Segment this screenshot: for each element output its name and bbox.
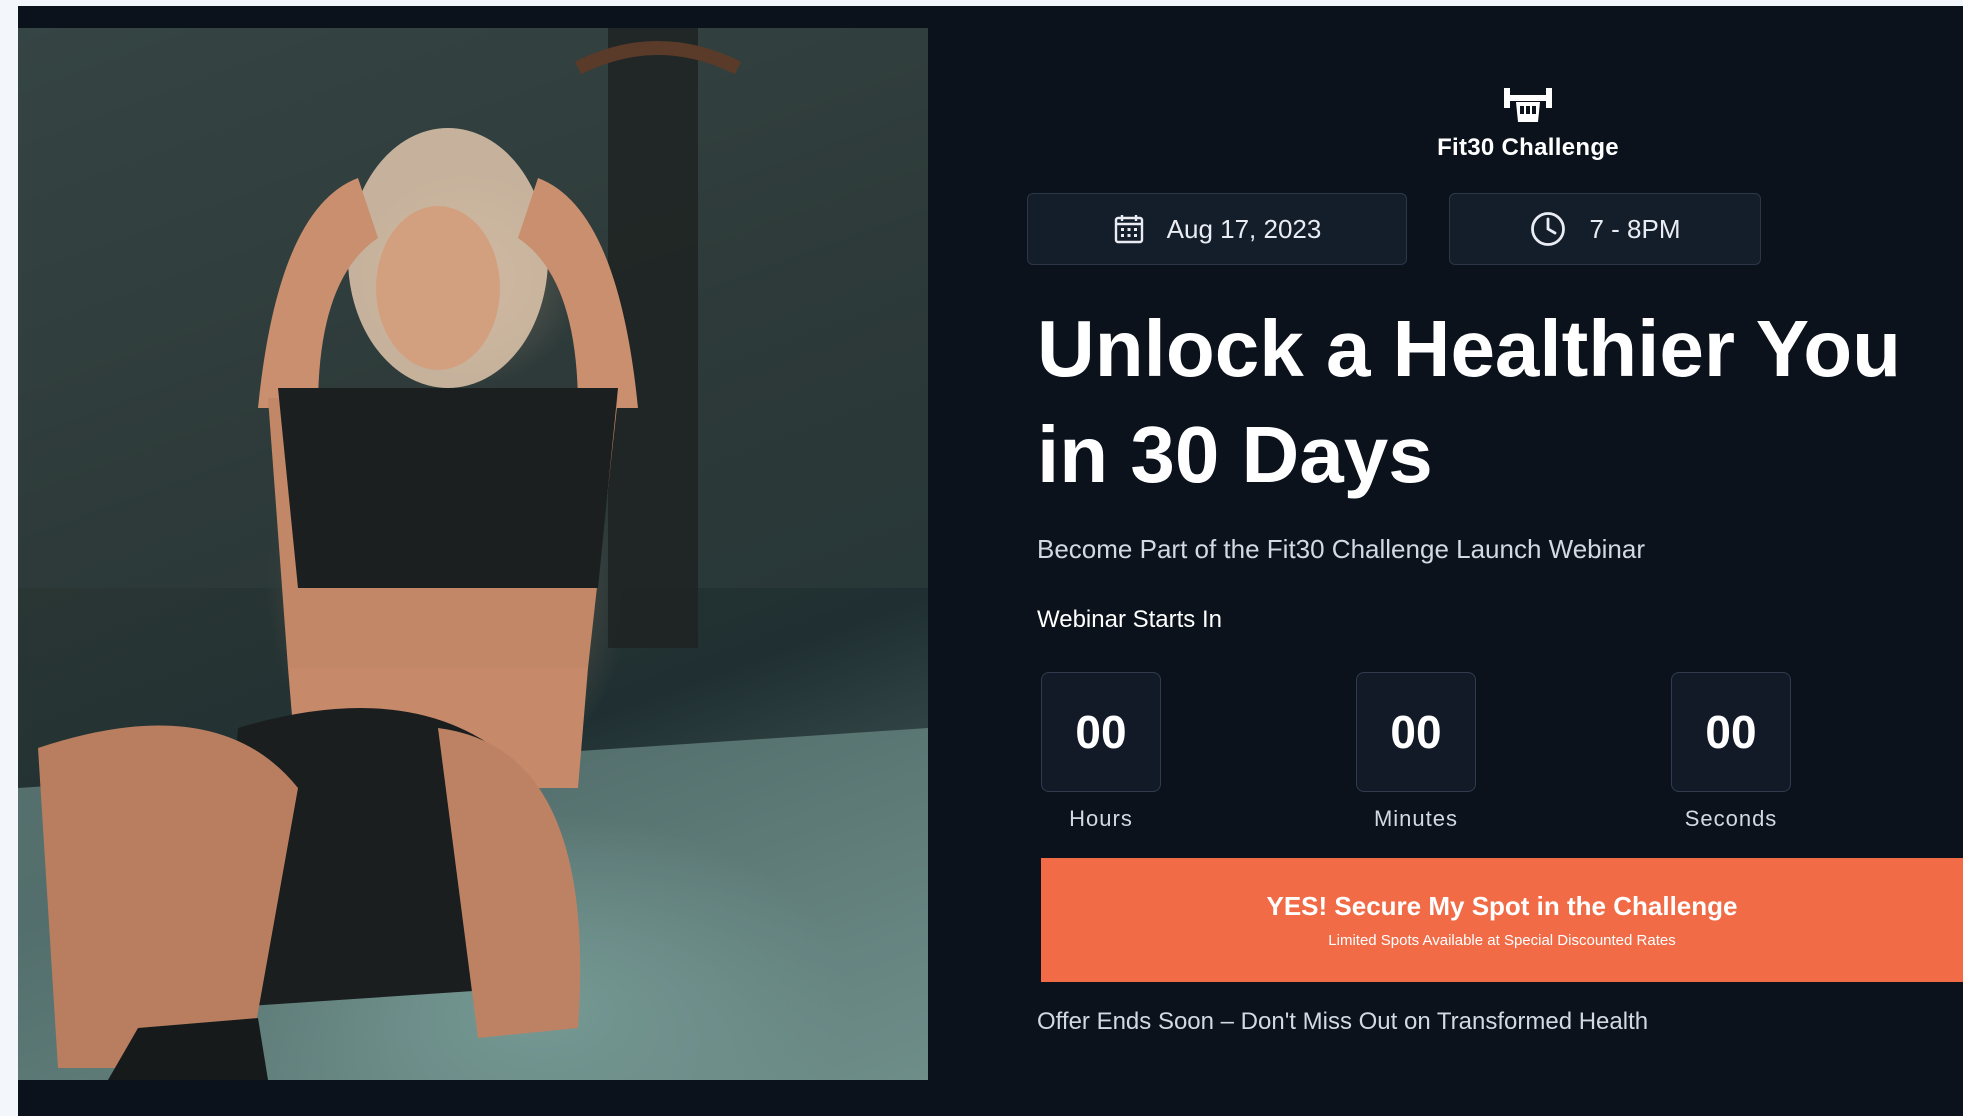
subheadline: Become Part of the Fit30 Challenge Launc… bbox=[1037, 534, 1645, 564]
brand-logo: Fit30 Challenge bbox=[1398, 82, 1658, 162]
hours-value: 00 bbox=[1041, 672, 1161, 792]
event-time-pill: 7 - 8PM bbox=[1449, 193, 1761, 265]
countdown-hours: 00 Hours bbox=[1041, 672, 1161, 832]
event-date: Aug 17, 2023 bbox=[1166, 213, 1322, 244]
event-date-pill: Aug 17, 2023 bbox=[1027, 193, 1407, 265]
minutes-label: Minutes bbox=[1373, 806, 1459, 831]
event-time: 7 - 8PM bbox=[1589, 213, 1681, 244]
calendar-icon bbox=[1114, 215, 1143, 244]
seconds-label: Seconds bbox=[1684, 806, 1778, 831]
countdown-minutes: 00 Minutes bbox=[1356, 672, 1476, 832]
dumbbell-fist-icon bbox=[1504, 88, 1552, 122]
cta-label: YES! Secure My Spot in the Challenge bbox=[1266, 891, 1738, 921]
minutes-value: 00 bbox=[1356, 672, 1476, 792]
title-line-1: Unlock a Healthier You bbox=[1037, 304, 1901, 393]
brand-name: Fit30 Challenge bbox=[1437, 134, 1619, 161]
countdown-seconds: 00 Seconds bbox=[1671, 672, 1791, 832]
cta-sublabel: Limited Spots Available at Special Disco… bbox=[1328, 932, 1676, 949]
hero-photo bbox=[18, 28, 928, 1080]
countdown-label: Webinar Starts In bbox=[1037, 606, 1222, 633]
offer-note: Offer Ends Soon – Don't Miss Out on Tran… bbox=[1037, 1008, 1649, 1035]
landing-page: Fit30 Challenge Aug 17, 2023 7 - 8PM Unl… bbox=[18, 6, 1963, 1116]
page-title: Unlock a Healthier You in 30 Days bbox=[1037, 296, 1957, 508]
secure-spot-button[interactable]: YES! Secure My Spot in the Challenge Lim… bbox=[1041, 858, 1963, 982]
title-line-2: in 30 Days bbox=[1037, 410, 1433, 499]
hours-label: Hours bbox=[1069, 806, 1133, 831]
clock-icon bbox=[1531, 212, 1566, 246]
seconds-value: 00 bbox=[1671, 672, 1791, 792]
athlete-illustration bbox=[18, 28, 928, 1080]
